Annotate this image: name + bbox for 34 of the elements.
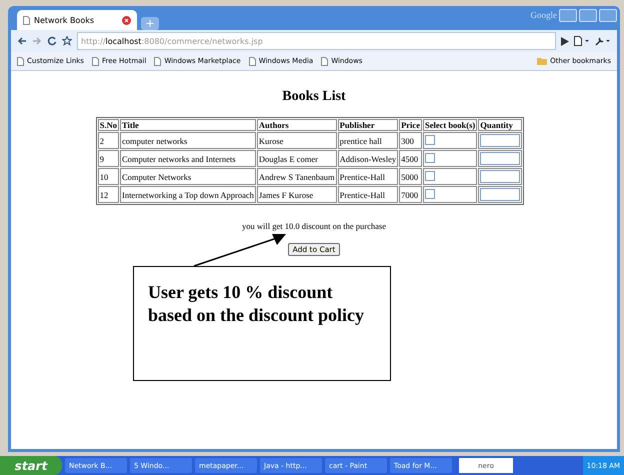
column-header: S.No (98, 119, 119, 131)
table-cell: Computer Networks (120, 168, 256, 185)
table-cell: 4500 (399, 150, 422, 167)
column-header: Publisher (338, 119, 398, 131)
table-cell: 12 (98, 186, 119, 203)
table-cell: Andrew S Tanenbaum (256, 168, 337, 185)
column-header: Select book(s) (422, 119, 478, 131)
discount-message: you will get 10.0 discount on the purchase (242, 221, 386, 231)
table-cell: prentice hall (338, 132, 398, 149)
table-cell: James F Kurose (256, 186, 337, 203)
table-cell: Douglas E comer (256, 150, 337, 167)
annotation-text: User gets 10 % discount based on the discount policy (133, 266, 391, 381)
table-cell: Internetworking a Top down Approach (120, 186, 256, 203)
table-cell: 5000 (399, 168, 422, 185)
table-cell: Kurose (256, 132, 337, 149)
table-cell: Computer networks and Internets (120, 150, 256, 167)
browser-tab[interactable]: Network Books (17, 10, 137, 30)
table-cell: 2 (98, 132, 119, 149)
column-header: Authors (256, 119, 337, 131)
table-cell: 300 (399, 132, 422, 149)
table-cell: 7000 (399, 186, 422, 203)
table-cell: Prentice-Hall (338, 186, 398, 203)
table-cell: Prentice-Hall (338, 168, 398, 185)
column-header: Title (120, 119, 256, 131)
table-cell: Addison-Wesley (338, 150, 398, 167)
column-header: Price (399, 119, 422, 131)
table-cell: 9 (98, 150, 119, 167)
table-cell: 10 (98, 168, 119, 185)
column-header: Quantity (478, 119, 522, 131)
table-cell: computer networks (120, 132, 256, 149)
start-button[interactable]: start (0, 456, 62, 475)
page-heading: Books List (282, 89, 346, 105)
address-field[interactable]: http://localhost:8080/commerce/networks.jsp (77, 32, 556, 50)
brand-label: Google (530, 10, 557, 20)
